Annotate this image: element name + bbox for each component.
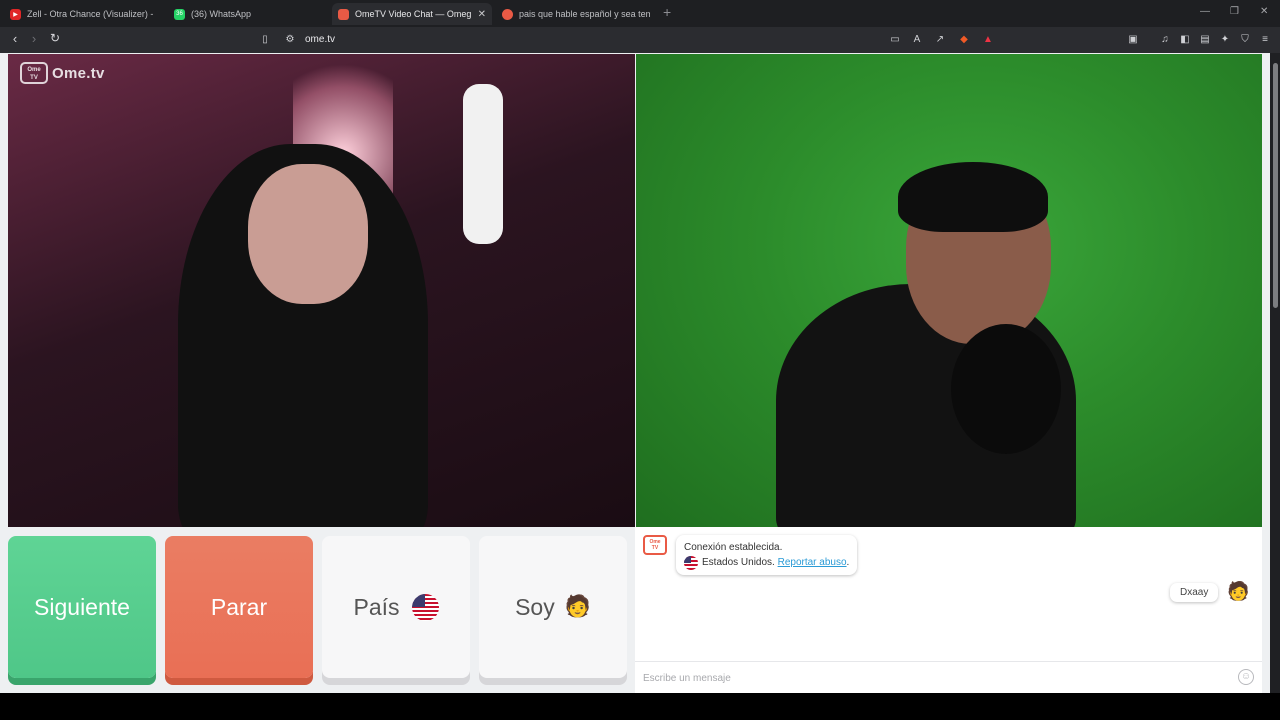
- share-icon[interactable]: ↗: [933, 33, 947, 47]
- message-bar: ☺: [635, 661, 1262, 693]
- face: [248, 164, 368, 304]
- gender-button[interactable]: Soy 🧑: [479, 536, 627, 678]
- emoji-picker-icon[interactable]: ☺: [1238, 669, 1254, 685]
- forward-icon[interactable]: ›: [25, 31, 43, 46]
- country-button[interactable]: País: [322, 536, 470, 678]
- tab-whatsapp[interactable]: 36 (36) WhatsApp: [168, 3, 328, 25]
- boy-icon: 🧑: [564, 595, 591, 618]
- search-favicon-icon: [502, 8, 513, 20]
- tab-ometv[interactable]: OmeTV Video Chat — Omegle ✕: [332, 3, 492, 25]
- minimize-icon[interactable]: —: [1200, 6, 1210, 17]
- youtube-icon: ▶: [10, 8, 21, 20]
- taskbar-strip: [0, 693, 1280, 720]
- translate-icon[interactable]: A: [910, 33, 924, 47]
- stranger-hair: [898, 162, 1048, 232]
- media-icon[interactable]: ♫: [1158, 33, 1172, 47]
- tab-label: (36) WhatsApp: [191, 9, 252, 19]
- back-icon[interactable]: ‹: [6, 31, 24, 46]
- connection-status: Conexión establecida.: [684, 542, 783, 553]
- my-avatar-icon: 🧑: [1227, 581, 1250, 601]
- scrollbar-thumb[interactable]: [1273, 63, 1278, 308]
- tab-youtube[interactable]: ▶ Zell - Otra Chance (Visualizer) - YouT…: [4, 3, 159, 25]
- my-video: Ome TV Ome.tv: [8, 54, 635, 527]
- close-window-icon[interactable]: ✕: [1260, 6, 1268, 17]
- tab-search[interactable]: pais que hable español y sea tempranero: [496, 3, 656, 25]
- page-scrollbar[interactable]: [1270, 53, 1280, 693]
- ometv-favicon-icon: [338, 8, 349, 20]
- tab-label: OmeTV Video Chat — Omegle: [355, 9, 472, 19]
- tab-label: pais que hable español y sea tempranero: [519, 9, 650, 19]
- new-tab-icon[interactable]: +: [663, 4, 671, 20]
- us-flag-icon: [411, 593, 439, 621]
- message-input[interactable]: [643, 670, 1223, 686]
- next-button[interactable]: Siguiente: [8, 536, 156, 678]
- ometv-page: Ome TV Ome.tv Siguiente Parar País Soy 🧑 …: [0, 53, 1270, 693]
- sidebar-panel-icon[interactable]: ▣: [1126, 33, 1140, 47]
- brave-shield-icon[interactable]: ◆: [957, 33, 971, 47]
- partner-country: Estados Unidos.: [702, 557, 775, 568]
- reload-icon[interactable]: ↻: [46, 31, 64, 45]
- chat-panel: Ome TV Conexión establecida. Estados Unid…: [635, 527, 1262, 693]
- cast-icon[interactable]: ▭: [888, 33, 902, 47]
- address-url[interactable]: ome.tv: [305, 34, 335, 45]
- wallet-icon[interactable]: ▤: [1198, 33, 1212, 47]
- ometv-bot-icon: Ome TV: [643, 535, 667, 555]
- sidebar-icon[interactable]: ◧: [1178, 33, 1192, 47]
- browser-toolbar: ‹ › ↻ ▯ ⚙ ome.tv ▭ A ↗ ◆ ▲ ▣ ♫ ◧ ▤ ✦ ⛉ ≡: [0, 27, 1280, 53]
- bookmark-icon[interactable]: ▯: [258, 33, 272, 47]
- microphone: [463, 84, 503, 244]
- stop-button[interactable]: Parar: [165, 536, 313, 678]
- site-settings-icon[interactable]: ⚙: [283, 33, 297, 47]
- restore-icon[interactable]: ❐: [1230, 6, 1239, 17]
- us-flag-icon: [684, 555, 698, 570]
- system-message: Conexión establecida. Estados Unidos. Re…: [676, 535, 858, 575]
- tab-label: Zell - Otra Chance (Visualizer) - YouTub…: [27, 9, 153, 19]
- stranger-video: [636, 54, 1262, 527]
- ometv-logo: Ome TV Ome.tv: [20, 62, 105, 84]
- report-abuse-link[interactable]: Reportar abuso: [778, 555, 847, 570]
- my-name-bubble: Dxaay: [1170, 583, 1219, 602]
- leo-ai-icon[interactable]: ✦: [1218, 33, 1232, 47]
- menu-icon[interactable]: ≡: [1258, 33, 1272, 47]
- close-tab-icon[interactable]: ✕: [478, 9, 486, 20]
- stranger-microphone: [951, 324, 1061, 454]
- brave-rewards-icon[interactable]: ▲: [981, 33, 995, 47]
- tab-strip: ▶ Zell - Otra Chance (Visualizer) - YouT…: [0, 0, 1280, 27]
- whatsapp-icon: 36: [174, 8, 185, 20]
- vpn-icon[interactable]: ⛉: [1238, 33, 1252, 47]
